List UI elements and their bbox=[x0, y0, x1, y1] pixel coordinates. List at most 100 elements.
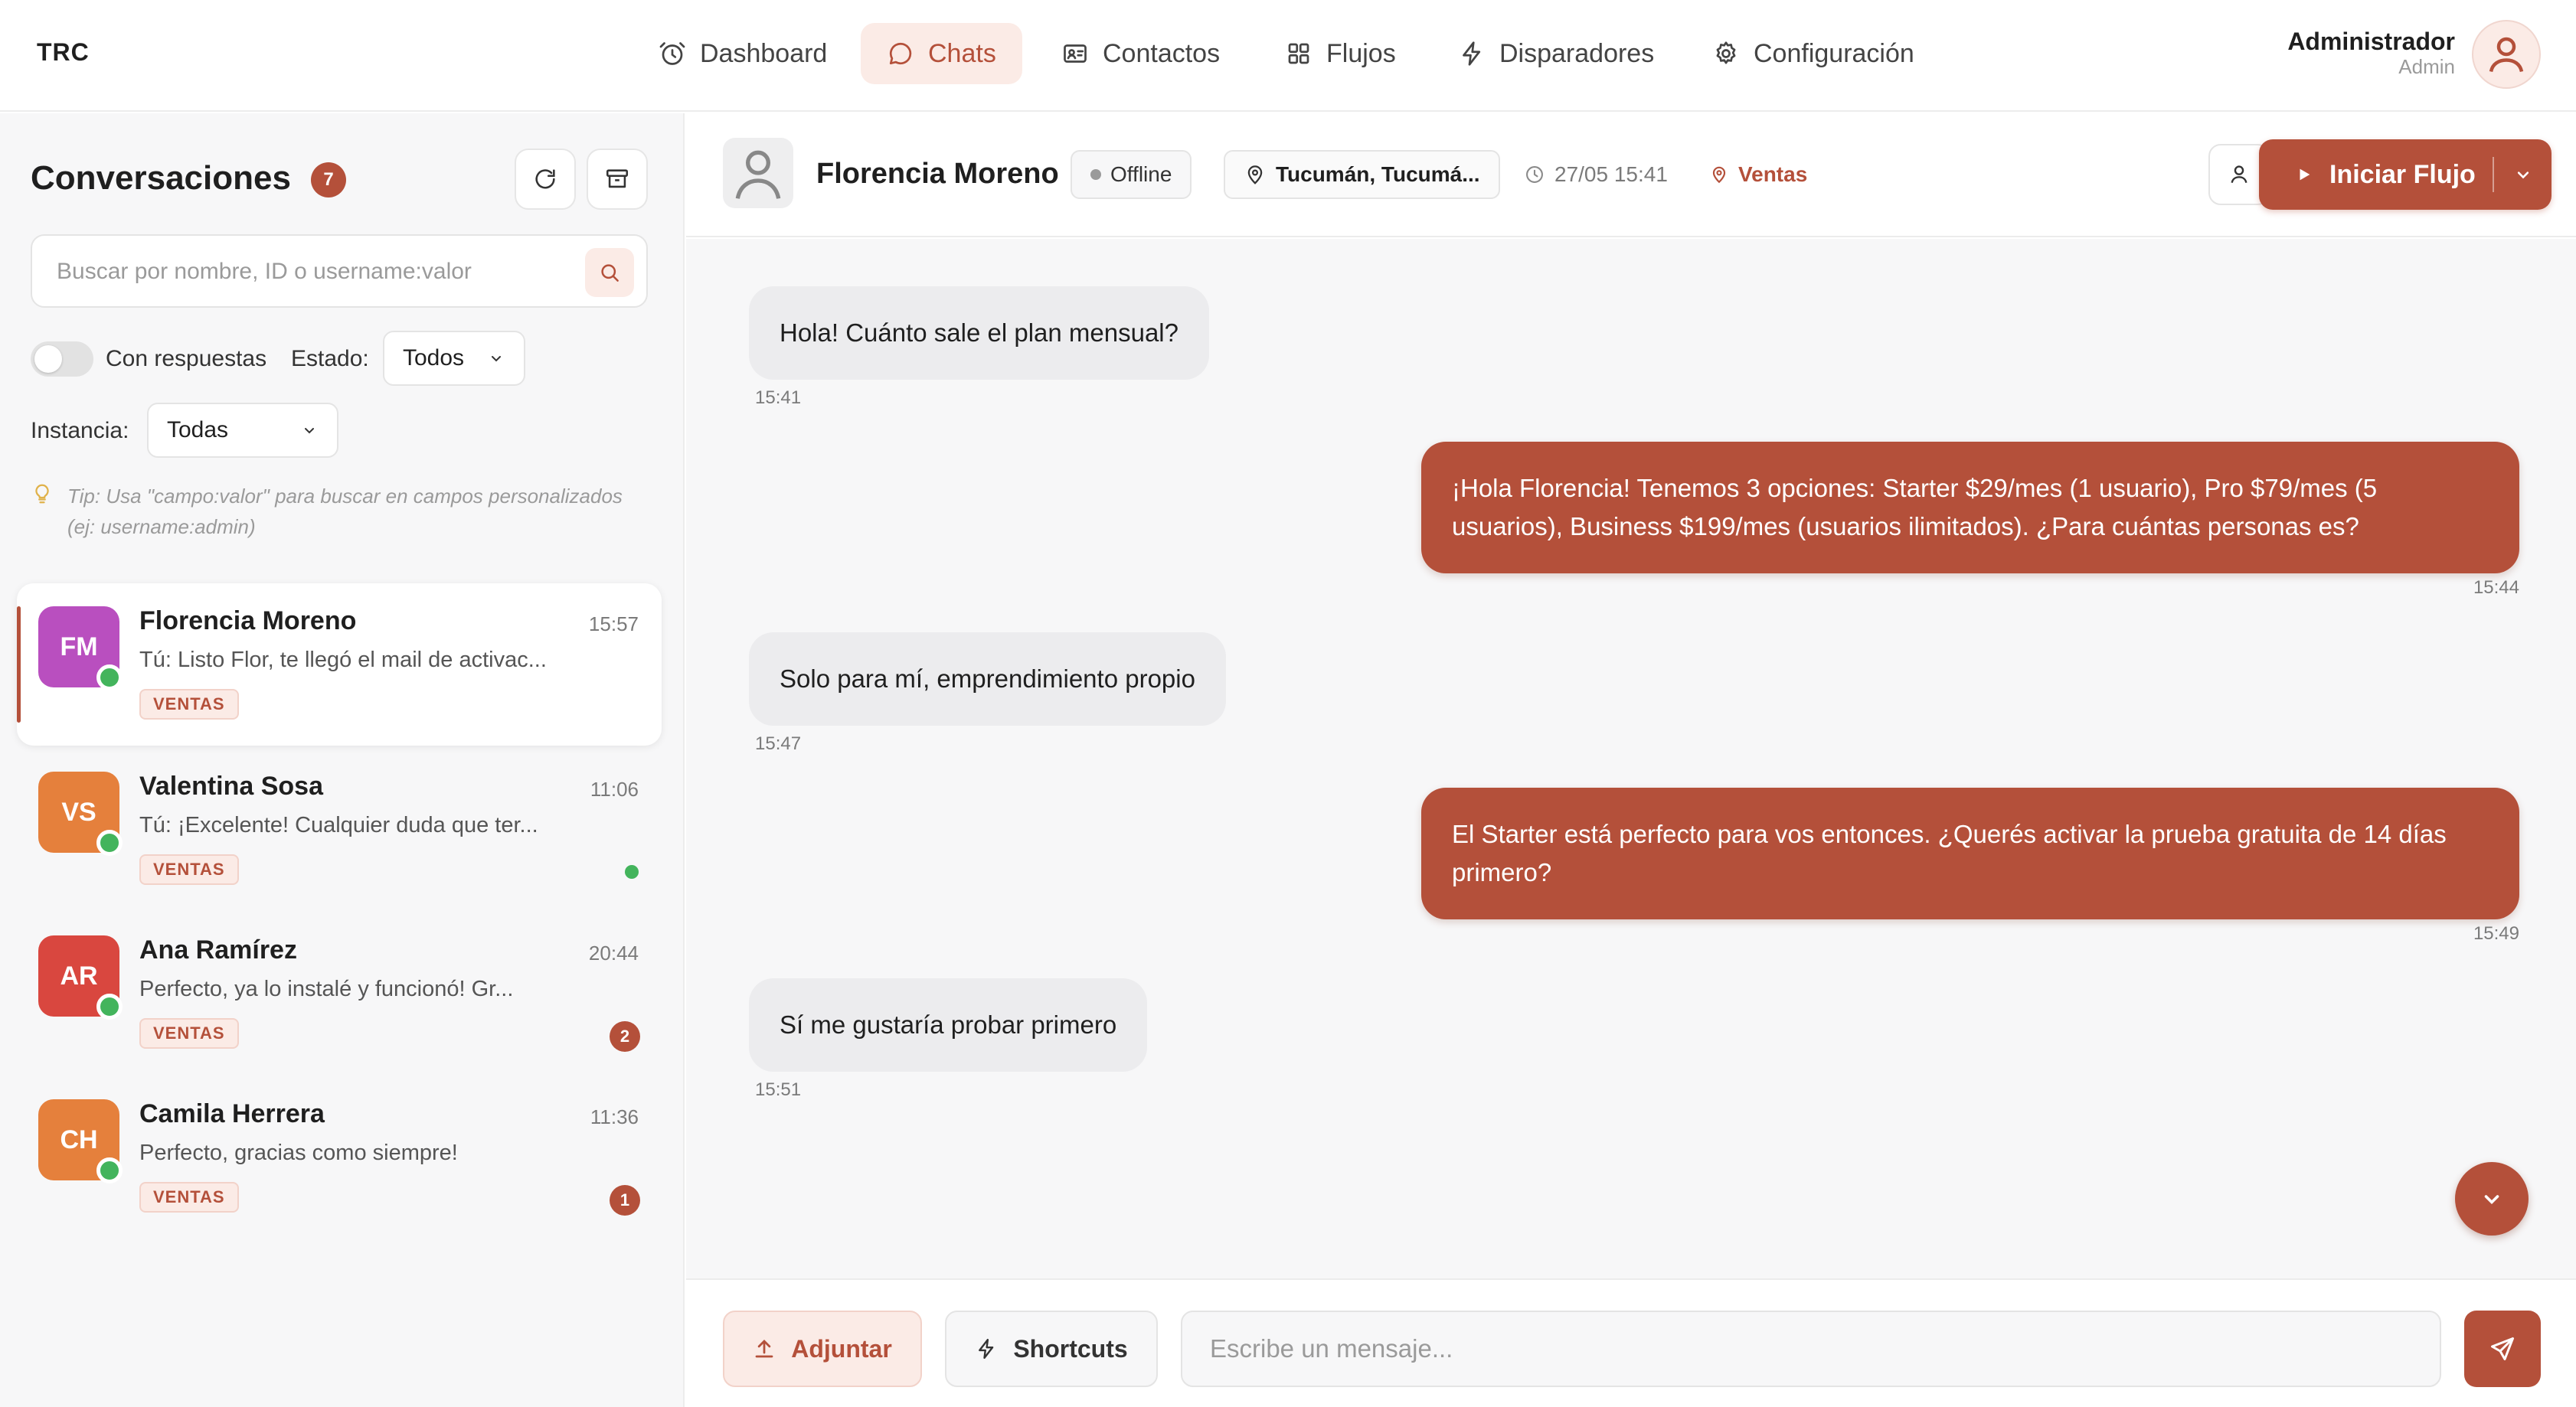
nav-configuracion[interactable]: Configuración bbox=[1686, 23, 1940, 84]
user-icon bbox=[2227, 162, 2251, 187]
play-icon bbox=[2296, 166, 2313, 183]
nav-configuracion-label: Configuración bbox=[1754, 38, 1914, 68]
nav-contactos[interactable]: Contactos bbox=[1035, 23, 1246, 84]
conversation-time: 15:57 bbox=[588, 612, 639, 635]
instancia-select-value: Todas bbox=[167, 417, 229, 442]
upload-icon bbox=[753, 1337, 776, 1360]
last-seen: 27/05 15:41 bbox=[1524, 162, 1668, 187]
nav-chats[interactable]: Chats bbox=[861, 23, 1022, 84]
clock-icon bbox=[659, 40, 686, 67]
chat-tag-text: Ventas bbox=[1738, 162, 1808, 186]
toggle-knob bbox=[34, 345, 62, 373]
user-icon bbox=[727, 142, 789, 204]
search-button[interactable] bbox=[585, 248, 634, 297]
conversation-preview: Tú: ¡Excelente! Cualquier duda que ter..… bbox=[139, 813, 538, 837]
message-incoming: Sí me gustaría probar primero bbox=[749, 978, 1148, 1072]
clock-icon bbox=[1524, 164, 1545, 185]
chevron-down-icon[interactable] bbox=[2512, 164, 2534, 185]
location-badge: Tucumán, Tucumá... bbox=[1224, 150, 1500, 199]
status-dot bbox=[1090, 169, 1101, 180]
user-name: Administrador bbox=[2287, 28, 2455, 55]
message-time: 15:41 bbox=[755, 387, 802, 408]
conversation-tag: VENTAS bbox=[139, 1182, 239, 1213]
conversation-name: Florencia Moreno bbox=[139, 606, 357, 635]
message-outgoing: ¡Hola Florencia! Tenemos 3 opciones: Sta… bbox=[1421, 442, 2519, 573]
message-list: Hola! Cuánto sale el plan mensual? 15:41… bbox=[686, 239, 2576, 1278]
chevron-down-icon bbox=[487, 349, 505, 367]
scroll-to-bottom-button[interactable] bbox=[2455, 1162, 2529, 1236]
online-indicator bbox=[96, 830, 123, 856]
nav-flujos[interactable]: Flujos bbox=[1259, 23, 1422, 84]
contact-avatar[interactable] bbox=[723, 138, 793, 208]
attach-button[interactable]: Adjuntar bbox=[723, 1311, 922, 1387]
nav-contactos-label: Contactos bbox=[1103, 38, 1221, 68]
lightning-icon bbox=[1458, 40, 1486, 67]
nav-disparadores[interactable]: Disparadores bbox=[1432, 23, 1680, 84]
message-input[interactable] bbox=[1181, 1311, 2441, 1387]
sidebar-title: Conversaciones bbox=[31, 159, 291, 197]
conversation-item[interactable]: CH Camila Herrera 11:36 Perfecto, gracia… bbox=[17, 1076, 662, 1239]
chevron-down-icon bbox=[300, 421, 319, 439]
message-time: 15:47 bbox=[755, 733, 802, 754]
shortcuts-label: Shortcuts bbox=[1013, 1334, 1128, 1363]
archive-button[interactable] bbox=[587, 149, 648, 210]
conversation-count-badge: 7 bbox=[311, 162, 346, 198]
message-outgoing: El Starter está perfecto para vos entonc… bbox=[1421, 788, 2519, 919]
message-time: 15:51 bbox=[755, 1079, 802, 1100]
search-input[interactable] bbox=[57, 254, 547, 289]
conversation-preview: Perfecto, gracias como siempre! bbox=[139, 1141, 458, 1165]
estado-select-value: Todos bbox=[403, 345, 465, 371]
status-badge: Offline bbox=[1071, 150, 1192, 199]
shortcuts-button[interactable]: Shortcuts bbox=[945, 1311, 1158, 1387]
conversation-item[interactable]: VS Valentina Sosa 11:06 Tú: ¡Excelente! … bbox=[17, 749, 662, 911]
conversation-tag: VENTAS bbox=[139, 689, 239, 720]
tag-pin-icon bbox=[1709, 165, 1729, 184]
online-indicator bbox=[96, 1157, 123, 1183]
user-avatar[interactable] bbox=[2472, 20, 2541, 89]
search-box bbox=[31, 234, 648, 308]
con-respuestas-toggle[interactable] bbox=[31, 341, 93, 377]
activity-dot bbox=[625, 865, 639, 879]
unread-badge: 2 bbox=[610, 1021, 640, 1052]
message-time: 15:49 bbox=[2473, 923, 2519, 944]
conversation-tag: VENTAS bbox=[139, 854, 239, 885]
app-logo[interactable]: TRC bbox=[37, 38, 90, 67]
send-button[interactable] bbox=[2464, 1311, 2541, 1387]
refresh-icon bbox=[532, 166, 558, 192]
chevron-down-icon bbox=[2478, 1185, 2506, 1213]
grid-icon bbox=[1285, 40, 1313, 67]
estado-select[interactable]: Todos bbox=[383, 331, 525, 386]
nav-disparadores-label: Disparadores bbox=[1499, 38, 1655, 68]
contact-card-icon bbox=[1061, 40, 1089, 67]
conversation-name: Ana Ramírez bbox=[139, 935, 297, 965]
send-icon bbox=[2489, 1335, 2516, 1363]
message-time: 15:44 bbox=[2473, 577, 2519, 598]
toggle-label: Con respuestas bbox=[106, 346, 267, 371]
status-text: Offline bbox=[1110, 162, 1172, 186]
gear-icon bbox=[1712, 40, 1740, 67]
chat-header: Florencia Moreno Offline Tucumán, Tucumá… bbox=[686, 113, 2576, 237]
conversation-time: 11:36 bbox=[590, 1105, 639, 1128]
conversation-item[interactable]: FM Florencia Moreno 15:57 Tú: Listo Flor… bbox=[17, 583, 662, 746]
last-seen-text: 27/05 15:41 bbox=[1554, 162, 1668, 186]
estado-label: Estado: bbox=[291, 346, 369, 371]
online-indicator bbox=[96, 994, 123, 1020]
online-indicator bbox=[96, 664, 123, 690]
conversations-sidebar: Conversaciones 7 Con respuestas Estado: … bbox=[0, 113, 685, 1407]
unread-badge: 1 bbox=[610, 1185, 640, 1216]
search-icon bbox=[598, 261, 621, 284]
conversation-item[interactable]: AR Ana Ramírez 20:44 Perfecto, ya lo ins… bbox=[17, 912, 662, 1075]
attach-label: Adjuntar bbox=[791, 1334, 892, 1363]
instancia-label: Instancia: bbox=[31, 418, 129, 443]
conversation-preview: Perfecto, ya lo instalé y funcionó! Gr..… bbox=[139, 977, 514, 1001]
refresh-button[interactable] bbox=[515, 149, 576, 210]
start-flow-button[interactable]: Iniciar Flujo bbox=[2259, 139, 2551, 210]
nav-dashboard[interactable]: Dashboard bbox=[633, 23, 853, 84]
nav-dashboard-label: Dashboard bbox=[700, 38, 828, 68]
instancia-select[interactable]: Todas bbox=[147, 403, 338, 458]
lightbulb-icon bbox=[31, 481, 54, 507]
nav-chats-label: Chats bbox=[928, 38, 996, 68]
message-composer: Adjuntar Shortcuts bbox=[686, 1278, 2576, 1407]
archive-icon bbox=[604, 166, 630, 192]
conversation-tag: VENTAS bbox=[139, 1018, 239, 1049]
